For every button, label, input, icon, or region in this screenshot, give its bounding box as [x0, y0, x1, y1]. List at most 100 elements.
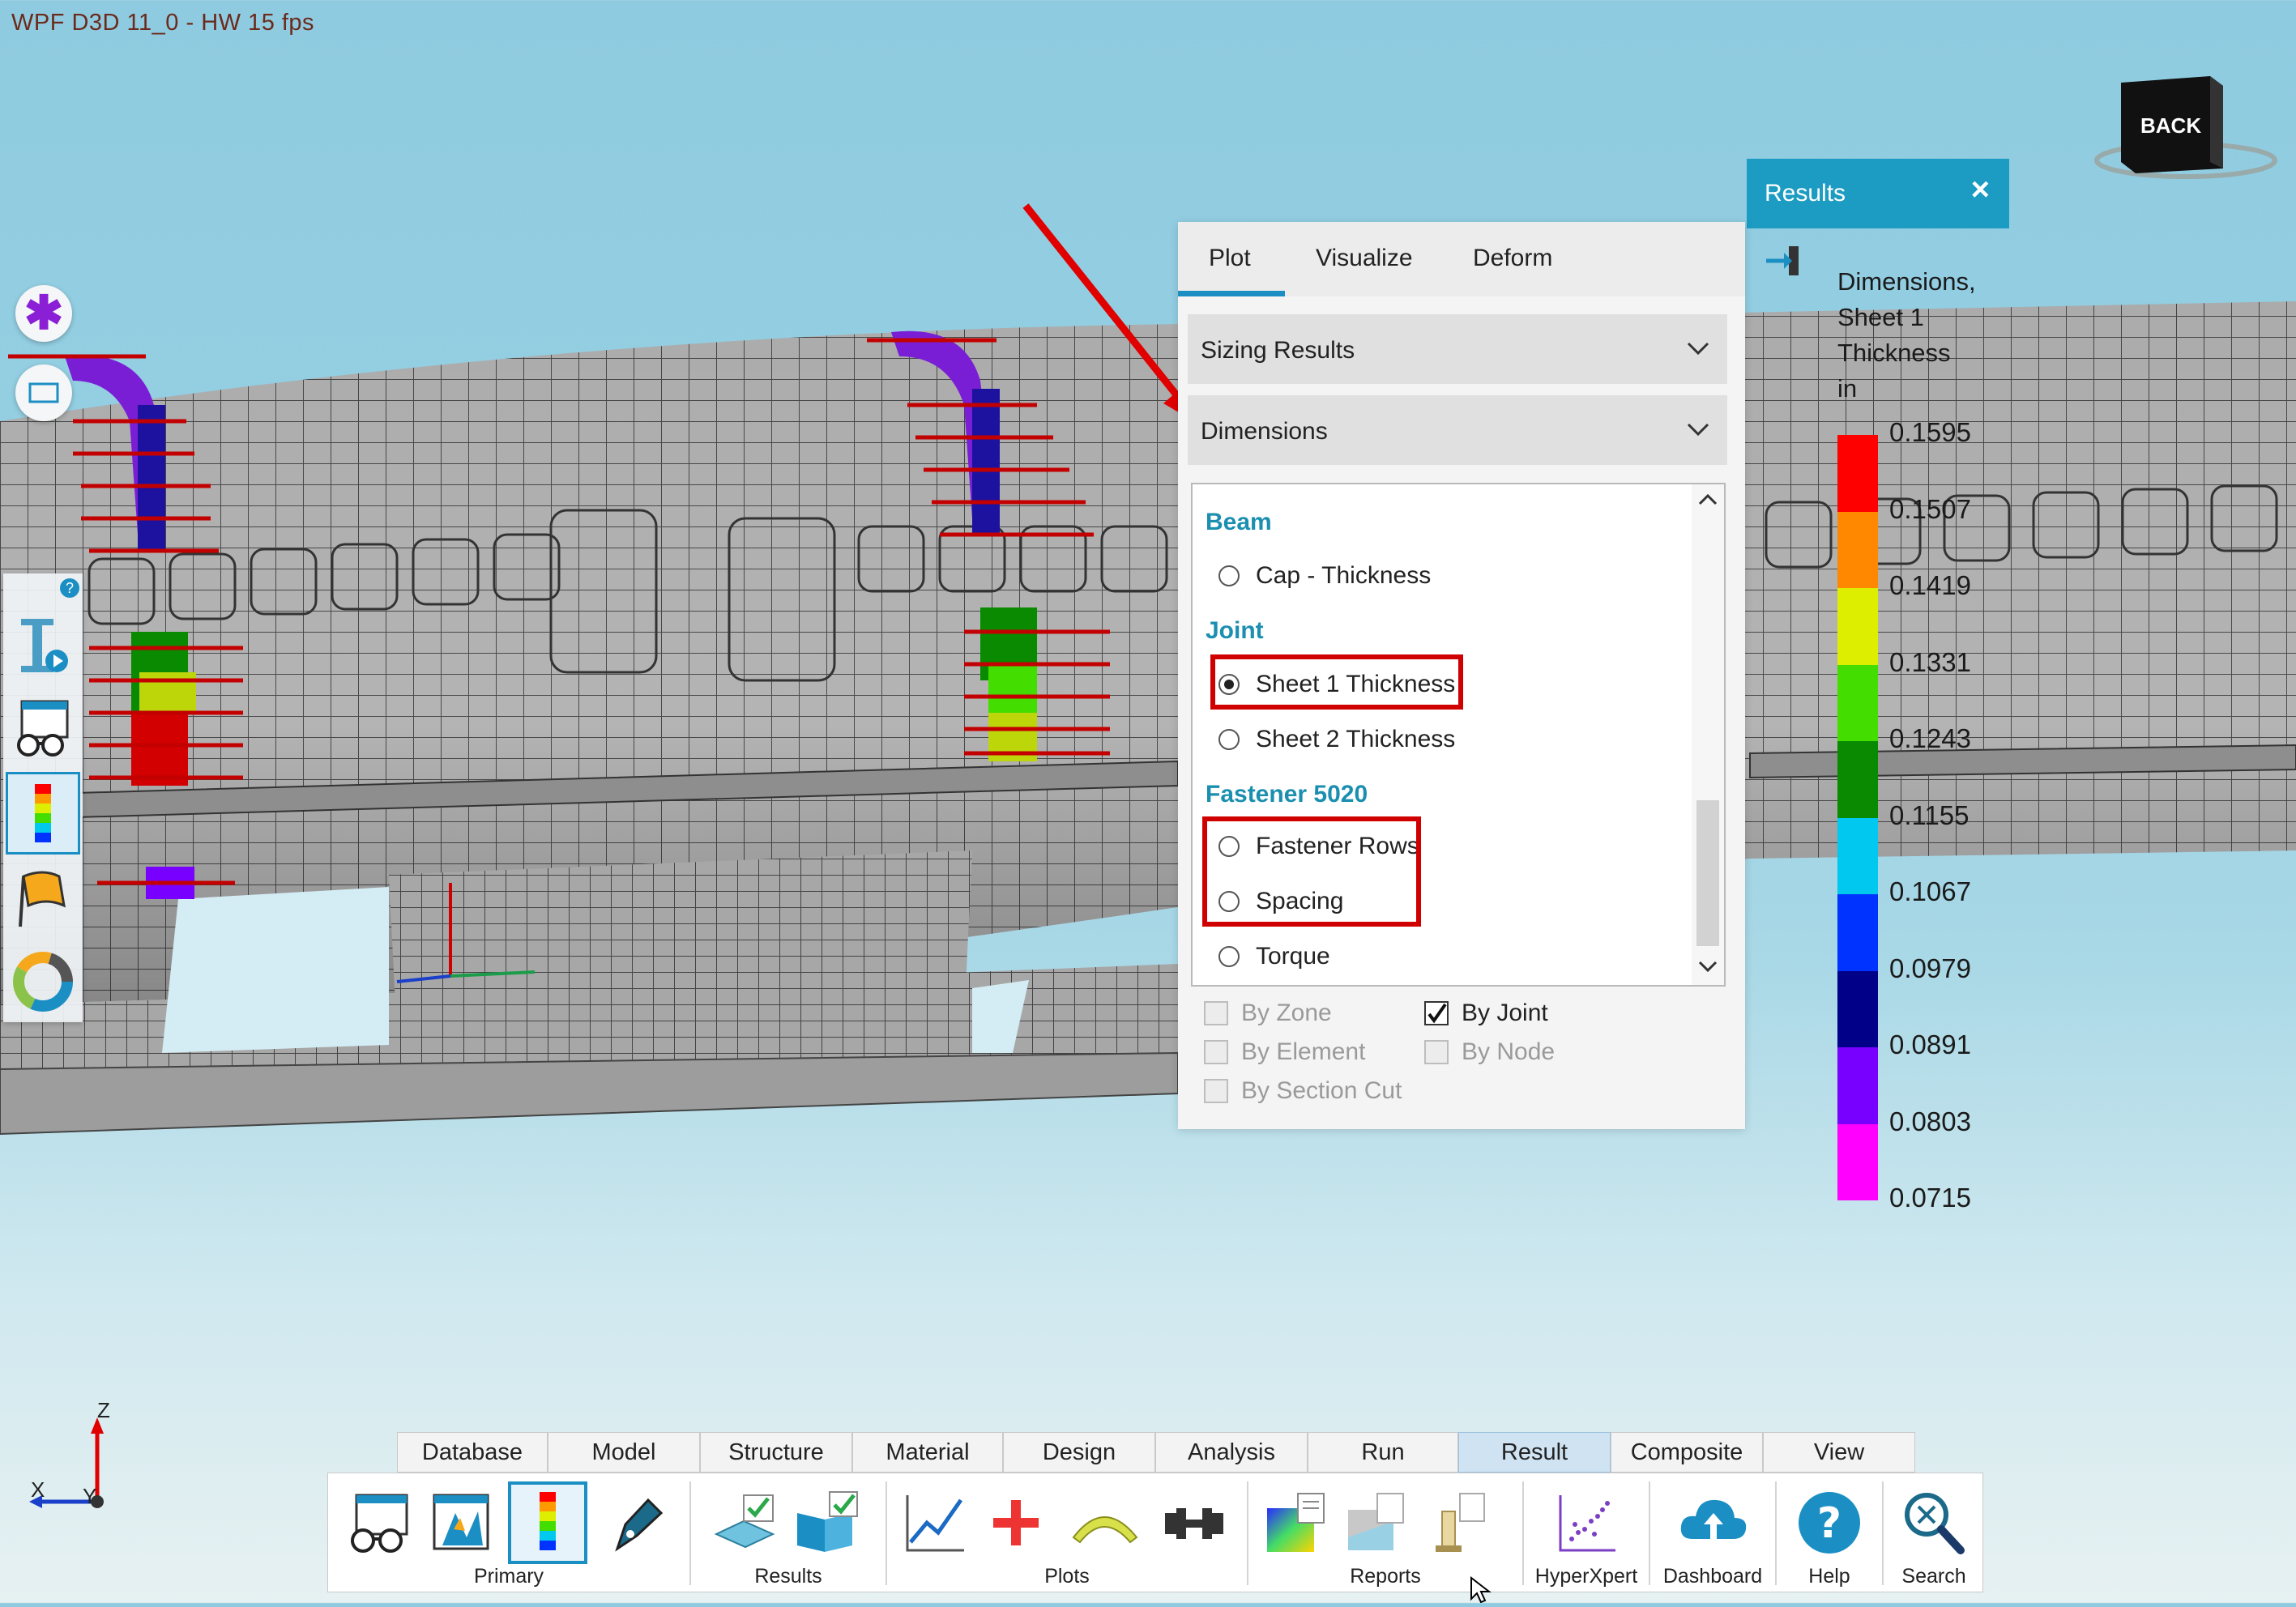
chevron-down-icon	[1687, 423, 1709, 437]
tab-model[interactable]: Model	[548, 1432, 700, 1473]
ibeam-play-button[interactable]	[8, 606, 78, 684]
tab-visualize[interactable]: Visualize	[1316, 245, 1413, 272]
help-badge-icon[interactable]: ?	[60, 578, 79, 598]
legend-swatch	[1837, 741, 1878, 818]
option-label: Sheet 2 Thickness	[1256, 726, 1456, 752]
checkbox-by-zone[interactable]: By Zone	[1204, 1000, 1332, 1027]
tab-deform[interactable]: Deform	[1473, 245, 1552, 272]
asterisk-icon: ✱	[23, 287, 64, 339]
select-box-button[interactable]	[15, 364, 72, 421]
panel-burst-button[interactable]	[424, 1485, 497, 1561]
viewer-glasses-button[interactable]	[8, 690, 78, 768]
hyperxpert-button[interactable]	[1550, 1485, 1623, 1561]
checkbox[interactable]	[1204, 1040, 1228, 1064]
legend-swatch	[1837, 1123, 1878, 1200]
contour-plot-button[interactable]	[508, 1481, 587, 1564]
help-button[interactable]: ?	[1793, 1485, 1866, 1561]
contour-legend-button[interactable]	[6, 772, 80, 855]
option-torque[interactable]: Torque	[1218, 943, 1330, 970]
checkbox-by-joint[interactable]: By Joint	[1424, 1000, 1548, 1027]
legend-swatch	[1837, 894, 1878, 971]
legend-value-label: 0.1155	[1889, 799, 1970, 830]
line-plot-button[interactable]	[898, 1485, 971, 1561]
tab-view[interactable]: View	[1763, 1432, 1915, 1473]
accordion-label: Sizing Results	[1201, 337, 1355, 364]
legend-value-label: 0.1507	[1889, 493, 1971, 524]
results-panel-title: Results	[1765, 180, 1846, 207]
pen-annotate-button[interactable]	[599, 1485, 672, 1561]
list-scrollbar[interactable]	[1692, 484, 1724, 985]
ribbon-group-plots: Plots	[887, 1473, 1247, 1593]
checkbox-label: By Zone	[1241, 1000, 1332, 1026]
option-sheet-2-thickness[interactable]: Sheet 2 Thickness	[1218, 726, 1455, 753]
legend-swatch	[1837, 588, 1878, 665]
legend-value-label: 0.0979	[1889, 953, 1971, 983]
tab-plot[interactable]: Plot	[1209, 245, 1251, 272]
tab-structure[interactable]: Structure	[700, 1432, 852, 1473]
ribbon-group-primary: Primary	[328, 1473, 689, 1593]
flag-icon	[19, 871, 66, 927]
axis-z-label: Z	[97, 1398, 110, 1422]
scroll-thumb[interactable]	[1696, 800, 1719, 946]
dashboard-button[interactable]	[1676, 1485, 1749, 1561]
tab-analysis[interactable]: Analysis	[1155, 1432, 1308, 1473]
plus-icon	[993, 1500, 1039, 1545]
glasses-window-icon	[17, 700, 69, 757]
view-cube[interactable]: BACK	[2089, 71, 2283, 193]
legend-title-text: Dimensions, Sheet 1 Thickness	[1837, 267, 1976, 367]
pin-panel-icon[interactable]	[1763, 243, 1803, 279]
results-check-button[interactable]	[709, 1485, 782, 1561]
glasses-view-button[interactable]	[343, 1485, 416, 1561]
results-book-check-button[interactable]	[790, 1485, 863, 1561]
radio-button[interactable]	[1218, 565, 1240, 586]
option-cap-thickness[interactable]: Cap - Thickness	[1218, 562, 1431, 590]
radio-button[interactable]	[1218, 946, 1240, 967]
dashboard-ring-button[interactable]	[8, 943, 78, 1021]
book-check-icon	[797, 1491, 858, 1552]
asterisk-button[interactable]: ✱	[15, 285, 72, 342]
contour-report-button[interactable]	[1260, 1485, 1333, 1561]
checkbox-by-section-cut[interactable]: By Section Cut	[1204, 1077, 1402, 1105]
ribbon-group-hyperxpert: HyperXpert	[1524, 1473, 1649, 1593]
axis-triad: Z X Y	[23, 1398, 128, 1520]
legend-title: Dimensions, Sheet 1 Thickness in	[1837, 264, 2008, 407]
tab-database[interactable]: Database	[397, 1432, 548, 1473]
checkbox-by-element[interactable]: By Element	[1204, 1038, 1365, 1066]
fastener-plot-button[interactable]	[1158, 1485, 1231, 1561]
checkbox-by-node[interactable]: By Node	[1424, 1038, 1555, 1066]
legend-color-bar	[1837, 435, 1878, 1200]
view-cube-label: BACK	[2140, 113, 2202, 138]
cloud-upload-icon	[1680, 1499, 1747, 1545]
legend-swatch	[1837, 1047, 1878, 1124]
accordion-dimensions[interactable]: Dimensions	[1188, 395, 1727, 465]
results-check-icon	[714, 1494, 775, 1549]
legend-value-label: 0.0891	[1889, 1029, 1971, 1059]
ribbon-group-label: HyperXpert	[1534, 1565, 1638, 1588]
checkbox[interactable]	[1204, 1079, 1228, 1103]
chevron-up-icon[interactable]	[1696, 489, 1719, 512]
color-legend-icon	[540, 1492, 556, 1550]
accordion-sizing-results[interactable]: Sizing Results	[1188, 314, 1727, 384]
column-report-button[interactable]	[1422, 1485, 1495, 1561]
radio-button[interactable]	[1218, 729, 1240, 750]
legend-value-label: 0.0715	[1889, 1183, 1971, 1213]
highlight-box	[1202, 816, 1421, 927]
checkbox[interactable]	[1204, 1001, 1228, 1025]
rectangle-select-icon	[28, 382, 59, 403]
close-icon[interactable]: ×	[1971, 172, 1990, 208]
add-plot-button[interactable]	[979, 1485, 1052, 1561]
tab-run[interactable]: Run	[1308, 1432, 1458, 1473]
tab-design[interactable]: Design	[1003, 1432, 1155, 1473]
tab-composite[interactable]: Composite	[1611, 1432, 1763, 1473]
tab-material[interactable]: Material	[852, 1432, 1003, 1473]
flag-button[interactable]	[8, 859, 78, 936]
checkmark-icon	[1428, 1003, 1447, 1024]
chevron-down-icon[interactable]	[1696, 954, 1719, 977]
gray-report-button[interactable]	[1341, 1485, 1414, 1561]
checkbox-checked[interactable]	[1424, 1001, 1449, 1025]
search-button[interactable]	[1897, 1485, 1970, 1561]
checkbox[interactable]	[1424, 1040, 1449, 1064]
arc-plot-button[interactable]	[1069, 1485, 1142, 1561]
legend-swatch	[1837, 970, 1878, 1047]
tab-result[interactable]: Result	[1458, 1432, 1611, 1473]
